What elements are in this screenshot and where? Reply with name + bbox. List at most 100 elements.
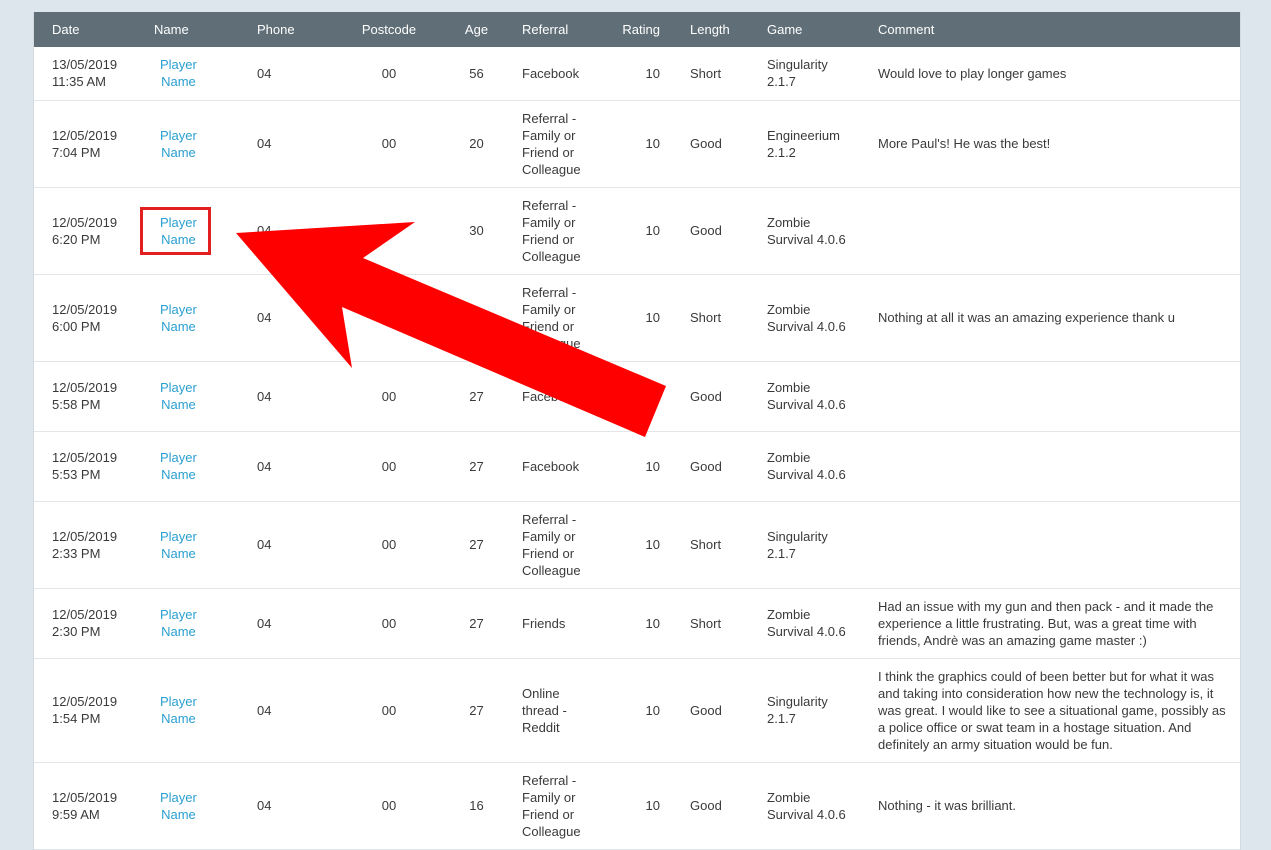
table-row: 12/05/2019 7:04 PM Player Name 04 00 20 Referra… (34, 100, 1240, 188)
game-cell: Zombie Survival 4.0.6 (749, 361, 860, 432)
player-name-first[interactable]: Player (160, 790, 197, 805)
table-row: 12/05/2019 2:30 PM Player Name 04 00 27 Friends… (34, 588, 1240, 659)
game-cell: Singularity 2.1.7 (749, 47, 860, 101)
player-name-first[interactable]: Player (160, 607, 197, 622)
time-text: 9:59 AM (52, 806, 100, 822)
age-cell: 16 (449, 762, 504, 850)
player-name-last[interactable]: Name (161, 467, 196, 482)
date-cell: 12/05/2019 5:53 PM (34, 431, 136, 502)
col-header-postcode[interactable]: Postcode (329, 12, 449, 47)
name-cell: Player Name (136, 658, 239, 763)
date-text: 12/05/2019 (52, 301, 118, 317)
comment-cell: More Paul's! He was the best! (860, 100, 1240, 188)
age-cell: 20 (449, 100, 504, 188)
player-name-last[interactable]: Name (161, 319, 196, 334)
table-row: 12/05/2019 9:59 AM Player Name 04 00 16 Referra… (34, 762, 1240, 850)
player-name-link[interactable]: Player Name (160, 56, 197, 90)
postcode-cell: 00 (329, 100, 449, 188)
table-row: 12/05/2019 1:54 PM Player Name 04 00 27 Online … (34, 658, 1240, 763)
player-name-link[interactable]: Player Name (160, 301, 197, 335)
player-name-first[interactable]: Player (160, 128, 197, 143)
player-name-link[interactable]: Player Name (160, 693, 197, 727)
phone-cell: 04 (239, 274, 329, 362)
player-name-link[interactable]: Player Name (160, 214, 197, 248)
player-name-last[interactable]: Name (161, 74, 196, 89)
player-name-link[interactable]: Player Name (160, 789, 197, 823)
player-name-link[interactable]: Player Name (160, 449, 197, 483)
player-name-link[interactable]: Player Name (160, 606, 197, 640)
postcode-cell: 00 (329, 47, 449, 101)
phone-cell: 04 (239, 431, 329, 502)
player-name-last[interactable]: Name (161, 711, 196, 726)
player-name-first[interactable]: Player (160, 215, 197, 230)
length-cell: Good (672, 361, 749, 432)
col-header-date[interactable]: Date (34, 12, 136, 47)
col-header-phone[interactable]: Phone (239, 12, 329, 47)
length-cell: Short (672, 588, 749, 659)
col-header-name[interactable]: Name (136, 12, 239, 47)
player-name-last[interactable]: Name (161, 546, 196, 561)
rating-cell: 10 (599, 588, 672, 659)
col-header-comment[interactable]: Comment (860, 12, 1240, 47)
postcode-cell: 00 (329, 501, 449, 589)
date-text: 12/05/2019 (52, 528, 118, 544)
player-name-first[interactable]: Player (160, 529, 197, 544)
player-name-link[interactable]: Player Name (160, 379, 197, 413)
col-header-length[interactable]: Length (672, 12, 749, 47)
date-cell: 12/05/2019 6:00 PM (34, 274, 136, 362)
col-header-referral[interactable]: Referral (504, 12, 599, 47)
rating-cell: 10 (599, 274, 672, 362)
date-text: 12/05/2019 (52, 450, 118, 465)
length-cell: Good (672, 762, 749, 850)
length-cell: Short (672, 47, 749, 101)
name-cell: Player Name (136, 762, 239, 850)
game-cell: Zombie Survival 4.0.6 (749, 588, 860, 659)
name-cell: Player Name (136, 47, 239, 101)
age-cell (449, 274, 504, 362)
table-row: 12/05/2019 5:58 PM Player Name 04 00 27 Faceboo… (34, 361, 1240, 432)
feedback-table: Date Name Phone Postcode Age Referral Ra… (34, 12, 1240, 850)
age-cell: 27 (449, 658, 504, 763)
player-name-last[interactable]: Name (161, 232, 196, 247)
table-header-row: Date Name Phone Postcode Age Referral Ra… (34, 12, 1240, 47)
age-cell: 27 (449, 501, 504, 589)
player-name-last[interactable]: Name (161, 397, 196, 412)
comment-cell: Had an issue with my gun and then pack -… (860, 588, 1240, 659)
player-name-link[interactable]: Player Name (160, 528, 197, 562)
player-name-first[interactable]: Player (160, 694, 197, 709)
date-text: 12/05/2019 (52, 380, 118, 395)
player-name-link[interactable]: Player Name (160, 127, 197, 161)
col-header-age[interactable]: Age (449, 12, 504, 47)
player-name-last[interactable]: Name (161, 807, 196, 822)
player-name-first[interactable]: Player (160, 302, 197, 317)
player-name-first[interactable]: Player (160, 380, 197, 395)
game-cell: Zombie Survival 4.0.6 (749, 431, 860, 502)
phone-cell: 04 (239, 588, 329, 659)
col-header-rating[interactable]: Rating (599, 12, 672, 47)
comment-cell: I think the graphics could of been bette… (860, 658, 1240, 763)
game-cell: Zombie Survival 4.0.6 (749, 762, 860, 850)
postcode-cell: 00 (329, 588, 449, 659)
game-cell: Zombie Survival 4.0.6 (749, 274, 860, 362)
col-header-game[interactable]: Game (749, 12, 860, 47)
comment-cell: Nothing - it was brilliant. (860, 762, 1240, 850)
player-name-last[interactable]: Name (161, 145, 196, 160)
referral-cell: Referral - Family or Friend or Colleague (504, 100, 599, 188)
name-cell: Player Name (136, 361, 239, 432)
postcode-cell: 00 (329, 274, 449, 362)
age-cell: 27 (449, 361, 504, 432)
rating-cell: 10 (599, 187, 672, 275)
date-cell: 12/05/2019 9:59 AM (34, 762, 136, 850)
player-name-last[interactable]: Name (161, 624, 196, 639)
time-text: 11:35 AM (52, 74, 106, 90)
referral-cell: Facebook (504, 431, 599, 502)
time-text: 5:53 PM (52, 467, 101, 482)
player-name-first[interactable]: Player (160, 57, 197, 72)
date-cell: 12/05/2019 7:04 PM (34, 100, 136, 188)
comment-cell (860, 501, 1240, 589)
length-cell: Good (672, 187, 749, 275)
date-cell: 12/05/2019 2:30 PM (34, 588, 136, 659)
player-name-first[interactable]: Player (160, 450, 197, 465)
age-cell: 27 (449, 588, 504, 659)
time-text: 2:30 PM (52, 624, 101, 639)
